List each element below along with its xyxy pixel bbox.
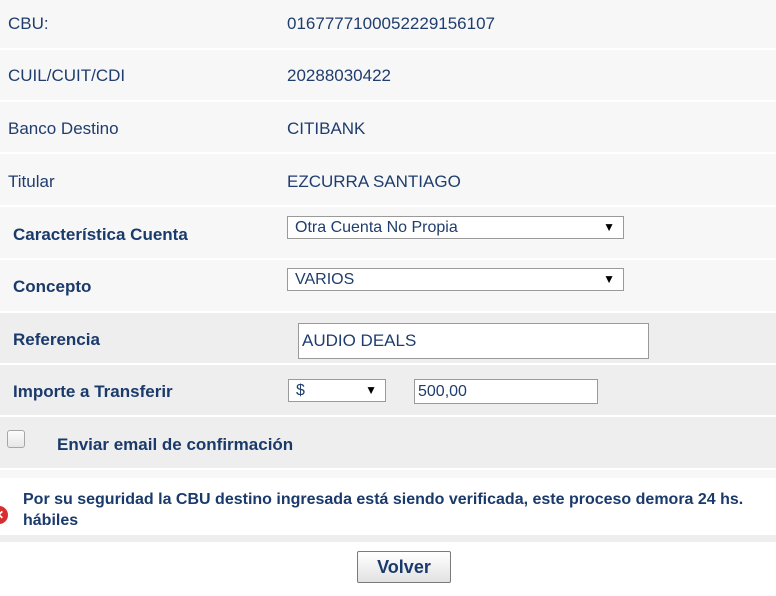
divider	[0, 535, 776, 542]
banco-row: Banco Destino CITIBANK	[0, 102, 776, 154]
referencia-input[interactable]: AUDIO DEALS	[298, 323, 649, 359]
titular-label: Titular	[8, 172, 55, 191]
referencia-label: Referencia	[13, 330, 100, 349]
currency-select[interactable]: $ ▼	[288, 379, 386, 402]
referencia-row: Referencia AUDIO DEALS	[0, 313, 776, 365]
cuil-value: 20288030422	[287, 66, 392, 85]
dropdown-arrow-icon: ▼	[603, 272, 615, 286]
importe-row: Importe a Transferir $ ▼ 500,00	[0, 365, 776, 417]
banco-label: Banco Destino	[8, 119, 119, 138]
dropdown-arrow-icon: ▼	[365, 383, 377, 397]
concepto-selected: VARIOS	[295, 271, 355, 288]
email-confirm-label: Enviar email de confirmación	[57, 435, 294, 454]
banco-value: CITIBANK	[287, 119, 366, 138]
email-confirm-checkbox[interactable]	[7, 430, 25, 448]
importe-label: Importe a Transferir	[13, 382, 173, 401]
caracteristica-selected: Otra Cuenta No Propia	[295, 219, 458, 236]
concepto-select[interactable]: VARIOS ▼	[287, 268, 624, 291]
caracteristica-row: Característica Cuenta Otra Cuenta No Pro…	[0, 207, 776, 260]
caracteristica-label: Característica Cuenta	[13, 225, 188, 244]
concepto-label: Concepto	[13, 277, 92, 296]
cuil-label: CUIL/CUIT/CDI	[8, 66, 126, 85]
cbu-row: CBU: 0167777100052229156107	[0, 0, 776, 50]
titular-row: Titular EZCURRA SANTIAGO	[0, 154, 776, 207]
error-icon: ✕	[0, 506, 8, 524]
alert-message: Por su seguridad la CBU destino ingresad…	[23, 491, 744, 529]
caracteristica-select[interactable]: Otra Cuenta No Propia ▼	[287, 216, 624, 239]
volver-button[interactable]: Volver	[357, 551, 451, 583]
concepto-row: Concepto VARIOS ▼	[0, 260, 776, 313]
divider	[0, 470, 776, 478]
cbu-label: CBU:	[8, 14, 49, 33]
currency-selected: $	[296, 382, 305, 399]
cuil-row: CUIL/CUIT/CDI 20288030422	[0, 50, 776, 102]
cbu-value: 0167777100052229156107	[287, 14, 496, 33]
titular-value: EZCURRA SANTIAGO	[287, 172, 461, 191]
email-confirm-row: Enviar email de confirmación	[0, 417, 776, 470]
dropdown-arrow-icon: ▼	[603, 220, 615, 234]
amount-input[interactable]: 500,00	[414, 379, 598, 404]
